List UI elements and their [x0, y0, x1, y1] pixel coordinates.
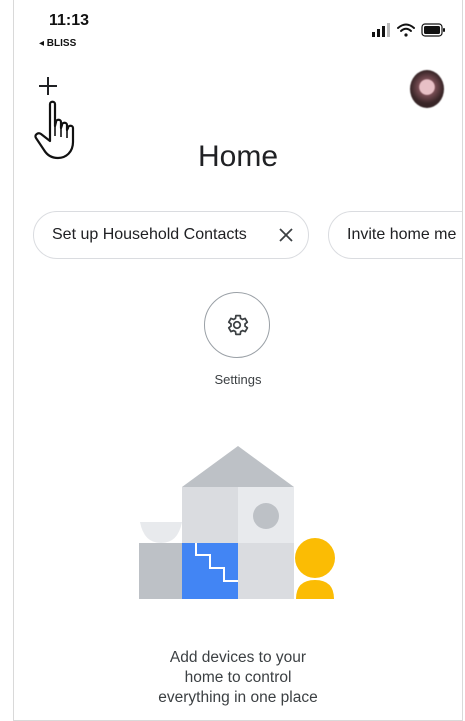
- invite-home-member-chip[interactable]: Invite home me: [328, 211, 462, 259]
- page-title: Home: [197, 140, 279, 173]
- account-avatar[interactable]: [410, 70, 444, 108]
- empty-state-line: Add devices to your: [169, 649, 307, 666]
- back-to-app-link[interactable]: ◂ BLISS: [39, 38, 76, 49]
- phone-screen: 11:13 ◂ BLISS Home Set up Household Cont…: [13, 0, 463, 721]
- status-icons: [372, 23, 445, 37]
- battery-icon: [421, 23, 445, 37]
- empty-state-line: everything in one place: [158, 689, 318, 706]
- signal-icon: [372, 23, 390, 37]
- empty-state-message: Add devices to your home to control ever…: [14, 648, 462, 708]
- settings-label: Settings: [214, 372, 262, 387]
- chip-label: Invite home me: [347, 226, 457, 243]
- status-time: 11:13: [49, 12, 90, 29]
- house-illustration: [139, 446, 335, 599]
- empty-state-line: home to control: [184, 669, 292, 686]
- wifi-icon: [397, 23, 415, 37]
- chip-label: Set up Household Contacts: [52, 226, 247, 243]
- close-icon[interactable]: [276, 225, 296, 245]
- gear-icon: [227, 314, 249, 336]
- setup-household-contacts-chip[interactable]: Set up Household Contacts: [33, 211, 309, 259]
- plus-icon[interactable]: [37, 75, 59, 97]
- settings-button[interactable]: [204, 292, 270, 358]
